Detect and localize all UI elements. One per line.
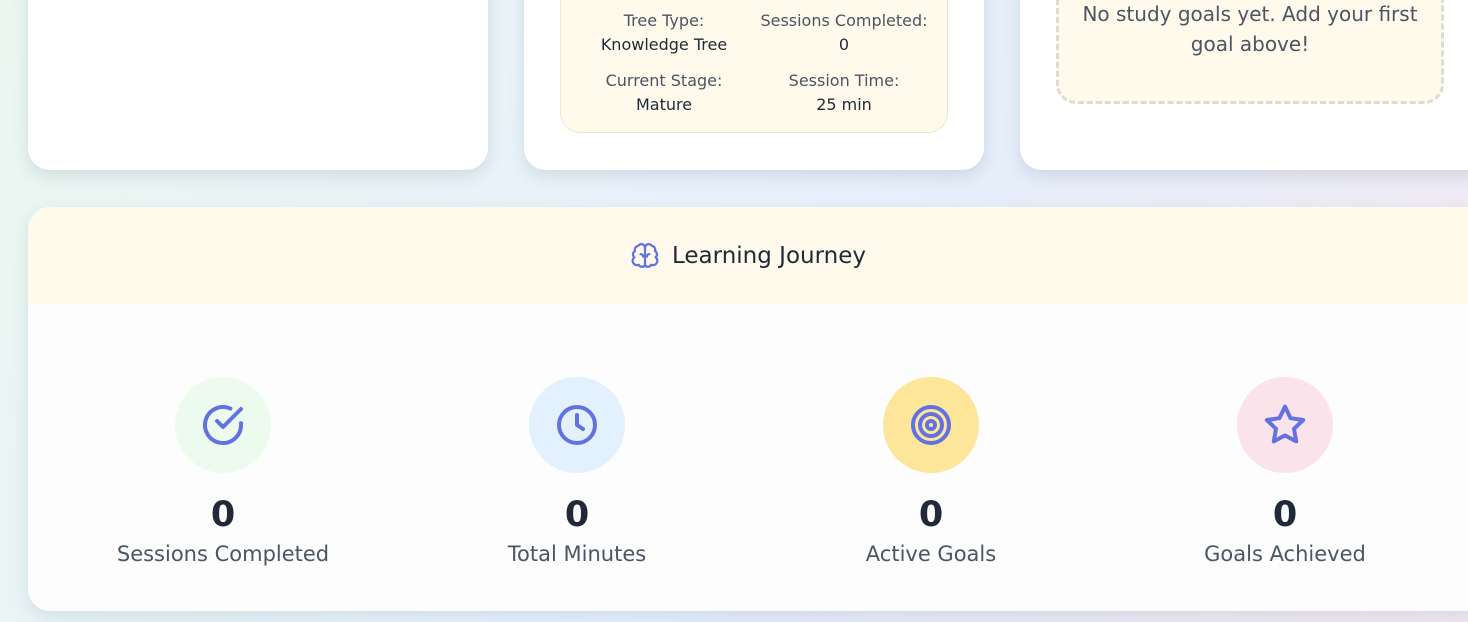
session-time-stat: Session Time: 25 min [754, 69, 934, 117]
session-time-value: 25 min [816, 95, 872, 114]
brain-icon [631, 243, 659, 268]
stat-label: Sessions Completed [116, 542, 330, 566]
stat-value: 0 [918, 495, 944, 535]
stat-label: Active Goals [865, 542, 997, 566]
sessions-completed-label: Sessions Completed: [760, 11, 928, 30]
sessions-completed-stat: Sessions Completed: 0 [754, 9, 934, 57]
tree-info-panel: Tree Type: Knowledge Tree Sessions Compl… [560, 0, 948, 133]
check-circle-icon [203, 405, 243, 445]
tree-type-value: Knowledge Tree [600, 35, 728, 54]
stat-icon-circle [1237, 377, 1333, 473]
current-stage-label: Current Stage: [605, 71, 723, 90]
tree-status-card: Tree Type: Knowledge Tree Sessions Compl… [524, 0, 984, 170]
target-icon [911, 405, 951, 445]
top-left-card [28, 0, 488, 170]
stat-value: 0 [1272, 495, 1298, 535]
current-stage-stat: Current Stage: Mature [574, 69, 754, 117]
session-time-label: Session Time: [788, 71, 900, 90]
goals-empty-message: No study goals yet. Add your first goal … [1082, 2, 1418, 56]
star-icon [1264, 404, 1306, 444]
learning-journey-title-text: Learning Journey [672, 243, 866, 269]
tree-type-label: Tree Type: [623, 11, 705, 30]
goals-empty-state: No study goals yet. Add your first goal … [1056, 0, 1444, 104]
sessions-completed-value: 0 [838, 35, 850, 54]
stat-sessions-completed: 0 Sessions Completed [103, 377, 343, 569]
tree-type-stat: Tree Type: Knowledge Tree [574, 9, 754, 57]
study-goals-card: No study goals yet. Add your first goal … [1020, 0, 1468, 170]
current-stage-value: Mature [635, 95, 693, 114]
stat-value: 0 [210, 495, 236, 535]
stat-goals-achieved: 0 Goals Achieved [1165, 377, 1405, 569]
learning-journey-card: Learning Journey 0 Sessions Completed 0 … [28, 207, 1468, 611]
stat-active-goals: 0 Active Goals [811, 377, 1051, 569]
stat-icon-circle [175, 377, 271, 473]
stat-icon-circle [529, 377, 625, 473]
stat-icon-circle [883, 377, 979, 473]
stat-value: 0 [564, 495, 590, 535]
stat-label: Goals Achieved [1204, 542, 1366, 566]
clock-icon [557, 405, 597, 445]
stat-label: Total Minutes [507, 542, 647, 566]
learning-journey-title: Learning Journey [28, 207, 1468, 305]
stat-total-minutes: 0 Total Minutes [457, 377, 697, 569]
